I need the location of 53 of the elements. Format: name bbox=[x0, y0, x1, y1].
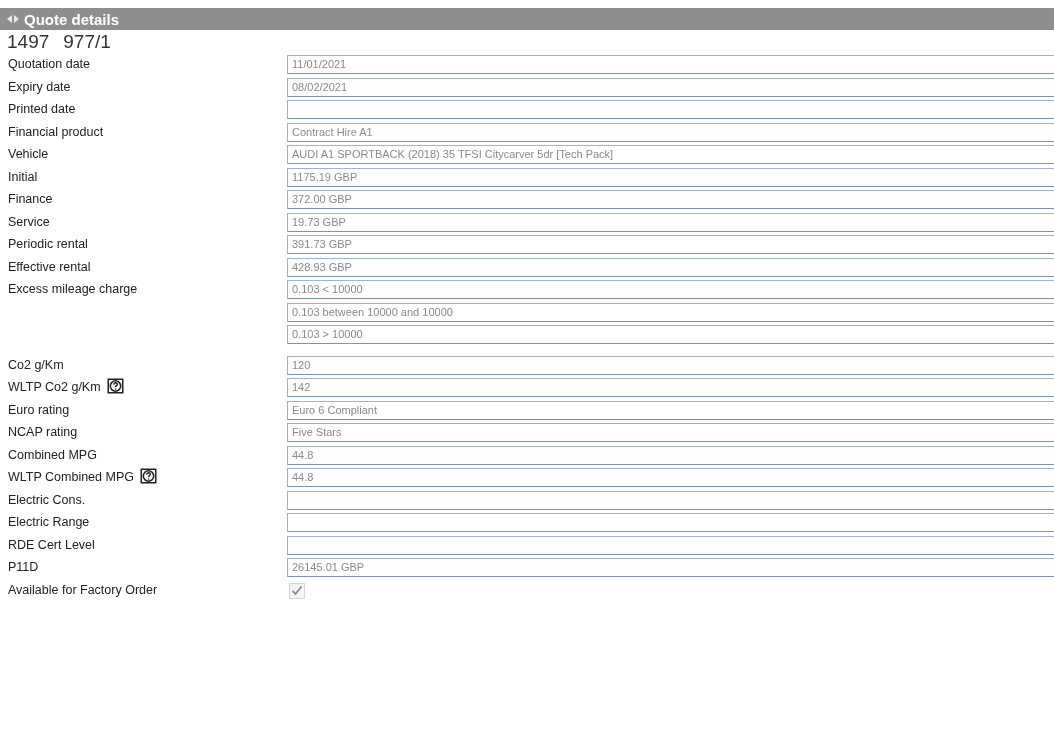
input-field[interactable]: 428.93 GBP bbox=[287, 257, 1054, 277]
checkbox[interactable] bbox=[289, 582, 305, 599]
input-field[interactable]: 26145.01 GBP bbox=[287, 558, 1054, 577]
input-field[interactable]: 19.73 GBP bbox=[287, 212, 1054, 232]
field-label: Periodic rental bbox=[8, 236, 88, 253]
input-field[interactable]: 44.8 bbox=[287, 468, 1054, 487]
field-label: WLTP Combined MPG bbox=[8, 469, 134, 486]
input-field[interactable]: AUDI A1 SPORTBACK (2018) 35 TFSI Citycarver 5dr [Tech Pack] bbox=[287, 145, 1054, 164]
input-field[interactable]: 0.103 < 10000 bbox=[287, 280, 1054, 299]
input-field[interactable]: 142 bbox=[287, 378, 1054, 397]
input-field[interactable]: 120 bbox=[287, 355, 1054, 375]
input-field[interactable]: 44.8 bbox=[287, 445, 1054, 465]
field-label: Financial product bbox=[8, 123, 104, 141]
input-field[interactable]: 0.103 > 10000 bbox=[287, 325, 1054, 344]
field-label: WLTP Co2 g/Km bbox=[8, 379, 101, 396]
field-label: Finance bbox=[8, 191, 53, 208]
field-label: NCAP rating bbox=[8, 424, 78, 441]
input-field[interactable] bbox=[287, 513, 1054, 532]
field-label: Printed date bbox=[8, 101, 76, 118]
input-field[interactable] bbox=[287, 535, 1054, 555]
input-field[interactable]: Contract Hire A1 bbox=[287, 122, 1054, 142]
input-field[interactable]: 08/02/2021 bbox=[287, 77, 1054, 97]
field-label: Effective rental bbox=[8, 258, 91, 276]
field-label: RDE Cert Level bbox=[8, 536, 95, 554]
help-icon[interactable] bbox=[106, 378, 124, 394]
input-field[interactable] bbox=[287, 490, 1054, 510]
input-field[interactable]: 1175.19 GBP bbox=[287, 167, 1054, 187]
section-header[interactable]: Quote details bbox=[0, 8, 1054, 30]
field-label: Electric Cons. bbox=[8, 491, 86, 509]
field-label: Expiry date bbox=[8, 78, 71, 96]
field-label: Vehicle bbox=[8, 146, 49, 163]
field-label: Initial bbox=[8, 168, 38, 186]
input-field[interactable] bbox=[287, 100, 1054, 119]
field-label: Euro rating bbox=[8, 401, 70, 419]
input-field[interactable]: 372.00 GBP bbox=[287, 190, 1054, 209]
field-label: Electric Range bbox=[8, 514, 90, 531]
input-field[interactable]: Euro 6 Compliant bbox=[287, 400, 1054, 420]
collapse-arrows-icon bbox=[6, 14, 20, 24]
field-label: Co2 g/Km bbox=[8, 356, 64, 374]
input-field[interactable]: 11/01/2021 bbox=[287, 55, 1054, 74]
quote-number: 977/1 bbox=[63, 31, 111, 53]
input-field[interactable]: 0.103 between 10000 and 10000 bbox=[287, 302, 1054, 322]
input-field[interactable]: Five Stars bbox=[287, 423, 1054, 442]
field-label: Service bbox=[8, 213, 50, 231]
field-label: Combined MPG bbox=[8, 446, 97, 464]
section-title: Quote details bbox=[24, 10, 120, 28]
help-icon[interactable] bbox=[139, 468, 157, 484]
field-label: Quotation date bbox=[8, 56, 90, 73]
field-label: Available for Factory Order bbox=[8, 581, 158, 599]
quote-number: 1497 bbox=[7, 31, 50, 53]
field-label: P11D bbox=[8, 559, 39, 576]
field-label: Excess mileage charge bbox=[8, 281, 138, 298]
input-field[interactable]: 391.73 GBP bbox=[287, 235, 1054, 254]
